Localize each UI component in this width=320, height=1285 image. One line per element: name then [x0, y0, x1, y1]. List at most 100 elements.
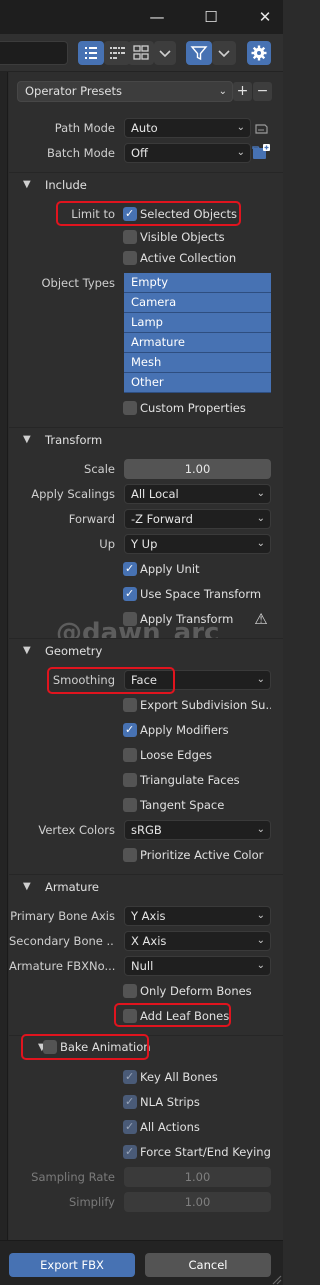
settings-button[interactable]	[247, 41, 271, 65]
search-input[interactable]	[0, 41, 68, 65]
transform-section-header[interactable]: ▼ Transform	[9, 427, 283, 451]
scale-input[interactable]: 1.00	[124, 459, 271, 479]
thumbnail-view-button[interactable]	[128, 41, 154, 65]
object-type-empty[interactable]: Empty	[124, 273, 271, 293]
armature-fbx-node-type-label: Armature FBXNo...	[9, 959, 115, 973]
apply-modifiers-label: Apply Modifiers	[140, 723, 229, 737]
include-section-title: Include	[45, 178, 87, 192]
minimize-button[interactable]: —	[142, 6, 172, 28]
vertical-list-view-button[interactable]	[78, 41, 104, 65]
highlight-limit-to	[56, 201, 241, 226]
include-section-header[interactable]: ▼ Include	[9, 172, 283, 196]
up-axis-dropdown[interactable]: Y Up ⌄	[124, 534, 271, 554]
use-space-transform-checkbox[interactable]: Use Space Transform	[123, 584, 271, 604]
warning-icon: ⚠	[254, 610, 268, 628]
forward-axis-dropdown[interactable]: -Z Forward ⌄	[124, 509, 271, 529]
close-button[interactable]: ✕	[250, 6, 280, 28]
embed-textures-icon[interactable]	[253, 121, 269, 135]
resize-handle-icon[interactable]	[270, 1273, 282, 1285]
primary-bone-axis-dropdown[interactable]: Y Axis ⌄	[124, 906, 271, 926]
active-collection-label: Active Collection	[140, 251, 237, 265]
file-list-edge	[0, 72, 8, 1240]
apply-unit-checkbox[interactable]: Apply Unit	[123, 559, 263, 579]
simplify-input[interactable]: 1.00	[124, 1192, 271, 1212]
horizontal-list-view-button[interactable]	[104, 41, 130, 65]
loose-edges-checkbox[interactable]: Loose Edges	[123, 745, 263, 765]
chevron-down-icon: ⌄	[256, 910, 265, 921]
filter-settings-dropdown[interactable]	[212, 41, 236, 65]
armature-section-header[interactable]: ▼ Armature	[9, 874, 283, 898]
chevron-down-icon: ⌄	[256, 824, 265, 835]
chevron-down-icon	[159, 50, 171, 58]
secondary-bone-axis-label: Secondary Bone ...	[9, 934, 115, 948]
force-start-end-keying-label: Force Start/End Keying	[140, 1145, 271, 1159]
operator-presets-dropdown[interactable]: Operator Presets ⌄	[17, 81, 233, 102]
gear-icon	[251, 45, 267, 61]
triangulate-faces-checkbox[interactable]: Triangulate Faces	[123, 770, 263, 790]
sampling-rate-input[interactable]: 1.00	[124, 1167, 271, 1187]
maximize-button[interactable]: ☐	[196, 6, 226, 28]
batch-mode-dropdown[interactable]: Off ⌄	[124, 143, 251, 163]
armature-fbx-node-type-dropdown[interactable]: Null ⌄	[124, 956, 271, 976]
custom-properties-label: Custom Properties	[140, 401, 246, 415]
object-type-other[interactable]: Other	[124, 373, 271, 393]
sampling-rate-label: Sampling Rate	[31, 1170, 115, 1184]
chevron-down-icon: ⌄	[236, 147, 245, 158]
batch-own-dir-icon[interactable]	[252, 144, 270, 161]
triangulate-faces-label: Triangulate Faces	[140, 773, 240, 787]
tangent-space-checkbox[interactable]: Tangent Space	[123, 795, 263, 815]
geometry-section-header[interactable]: ▼ Geometry	[9, 638, 283, 662]
apply-modifiers-checkbox[interactable]: Apply Modifiers	[123, 720, 263, 740]
visible-objects-label: Visible Objects	[140, 230, 225, 244]
prioritize-active-color-checkbox[interactable]: Prioritize Active Color	[123, 845, 271, 865]
scale-label: Scale	[84, 462, 115, 476]
tangent-space-label: Tangent Space	[140, 798, 225, 812]
checkbox-icon	[123, 251, 137, 265]
chevron-down-icon: ⌄	[256, 935, 265, 946]
custom-properties-checkbox[interactable]: Custom Properties	[123, 398, 263, 418]
chevron-down-icon: ⌄	[256, 538, 265, 549]
add-preset-button[interactable]: +	[233, 82, 252, 101]
expand-arrow-icon: ▼	[23, 434, 31, 445]
highlight-add-leaf-bones	[114, 1003, 231, 1027]
only-deform-bones-label: Only Deform Bones	[140, 984, 252, 998]
object-type-camera[interactable]: Camera	[124, 293, 271, 313]
vertex-colors-value: sRGB	[131, 823, 162, 837]
apply-unit-label: Apply Unit	[140, 562, 200, 576]
checkbox-checked-icon	[123, 1092, 137, 1112]
force-start-end-keying-checkbox[interactable]: Force Start/End Keying	[123, 1142, 271, 1162]
remove-preset-button[interactable]: −	[253, 82, 272, 101]
checkbox-checked-icon	[123, 1067, 137, 1087]
checkbox-checked-icon	[123, 720, 137, 740]
forward-label: Forward	[68, 512, 115, 526]
object-type-mesh[interactable]: Mesh	[124, 353, 271, 373]
active-collection-checkbox[interactable]: Active Collection	[123, 248, 263, 268]
nla-strips-checkbox[interactable]: NLA Strips	[123, 1092, 263, 1112]
checkbox-checked-icon	[123, 559, 137, 579]
forward-axis-value: -Z Forward	[131, 512, 193, 526]
cancel-button[interactable]: Cancel	[145, 1253, 271, 1277]
object-types-label: Object Types	[41, 276, 115, 290]
export-fbx-button[interactable]: Export FBX	[9, 1253, 135, 1277]
key-all-bones-checkbox[interactable]: Key All Bones	[123, 1067, 263, 1087]
batch-mode-label: Batch Mode	[46, 146, 115, 160]
nla-strips-label: NLA Strips	[140, 1095, 200, 1109]
visible-objects-checkbox[interactable]: Visible Objects	[123, 227, 263, 247]
list-view-icon	[85, 47, 97, 59]
apply-scalings-dropdown[interactable]: All Local ⌄	[124, 484, 271, 504]
checkbox-icon	[123, 798, 137, 812]
display-mode-dropdown[interactable]	[154, 41, 176, 65]
vertex-colors-dropdown[interactable]: sRGB ⌄	[124, 820, 271, 840]
path-mode-dropdown[interactable]: Auto ⌄	[124, 118, 251, 138]
title-bar: — ☐ ✕	[0, 0, 283, 34]
all-actions-checkbox[interactable]: All Actions	[123, 1117, 263, 1137]
only-deform-bones-checkbox[interactable]: Only Deform Bones	[123, 981, 263, 1001]
object-type-armature[interactable]: Armature	[124, 333, 271, 353]
object-type-lamp[interactable]: Lamp	[124, 313, 271, 333]
chevron-down-icon	[218, 50, 230, 58]
armature-fbx-node-type-value: Null	[131, 959, 154, 973]
filter-toggle-button[interactable]	[186, 41, 212, 65]
highlight-bake-animation	[21, 1034, 149, 1060]
secondary-bone-axis-dropdown[interactable]: X Axis ⌄	[124, 931, 271, 951]
export-subdivision-checkbox[interactable]: Export Subdivision Su...	[123, 695, 271, 715]
